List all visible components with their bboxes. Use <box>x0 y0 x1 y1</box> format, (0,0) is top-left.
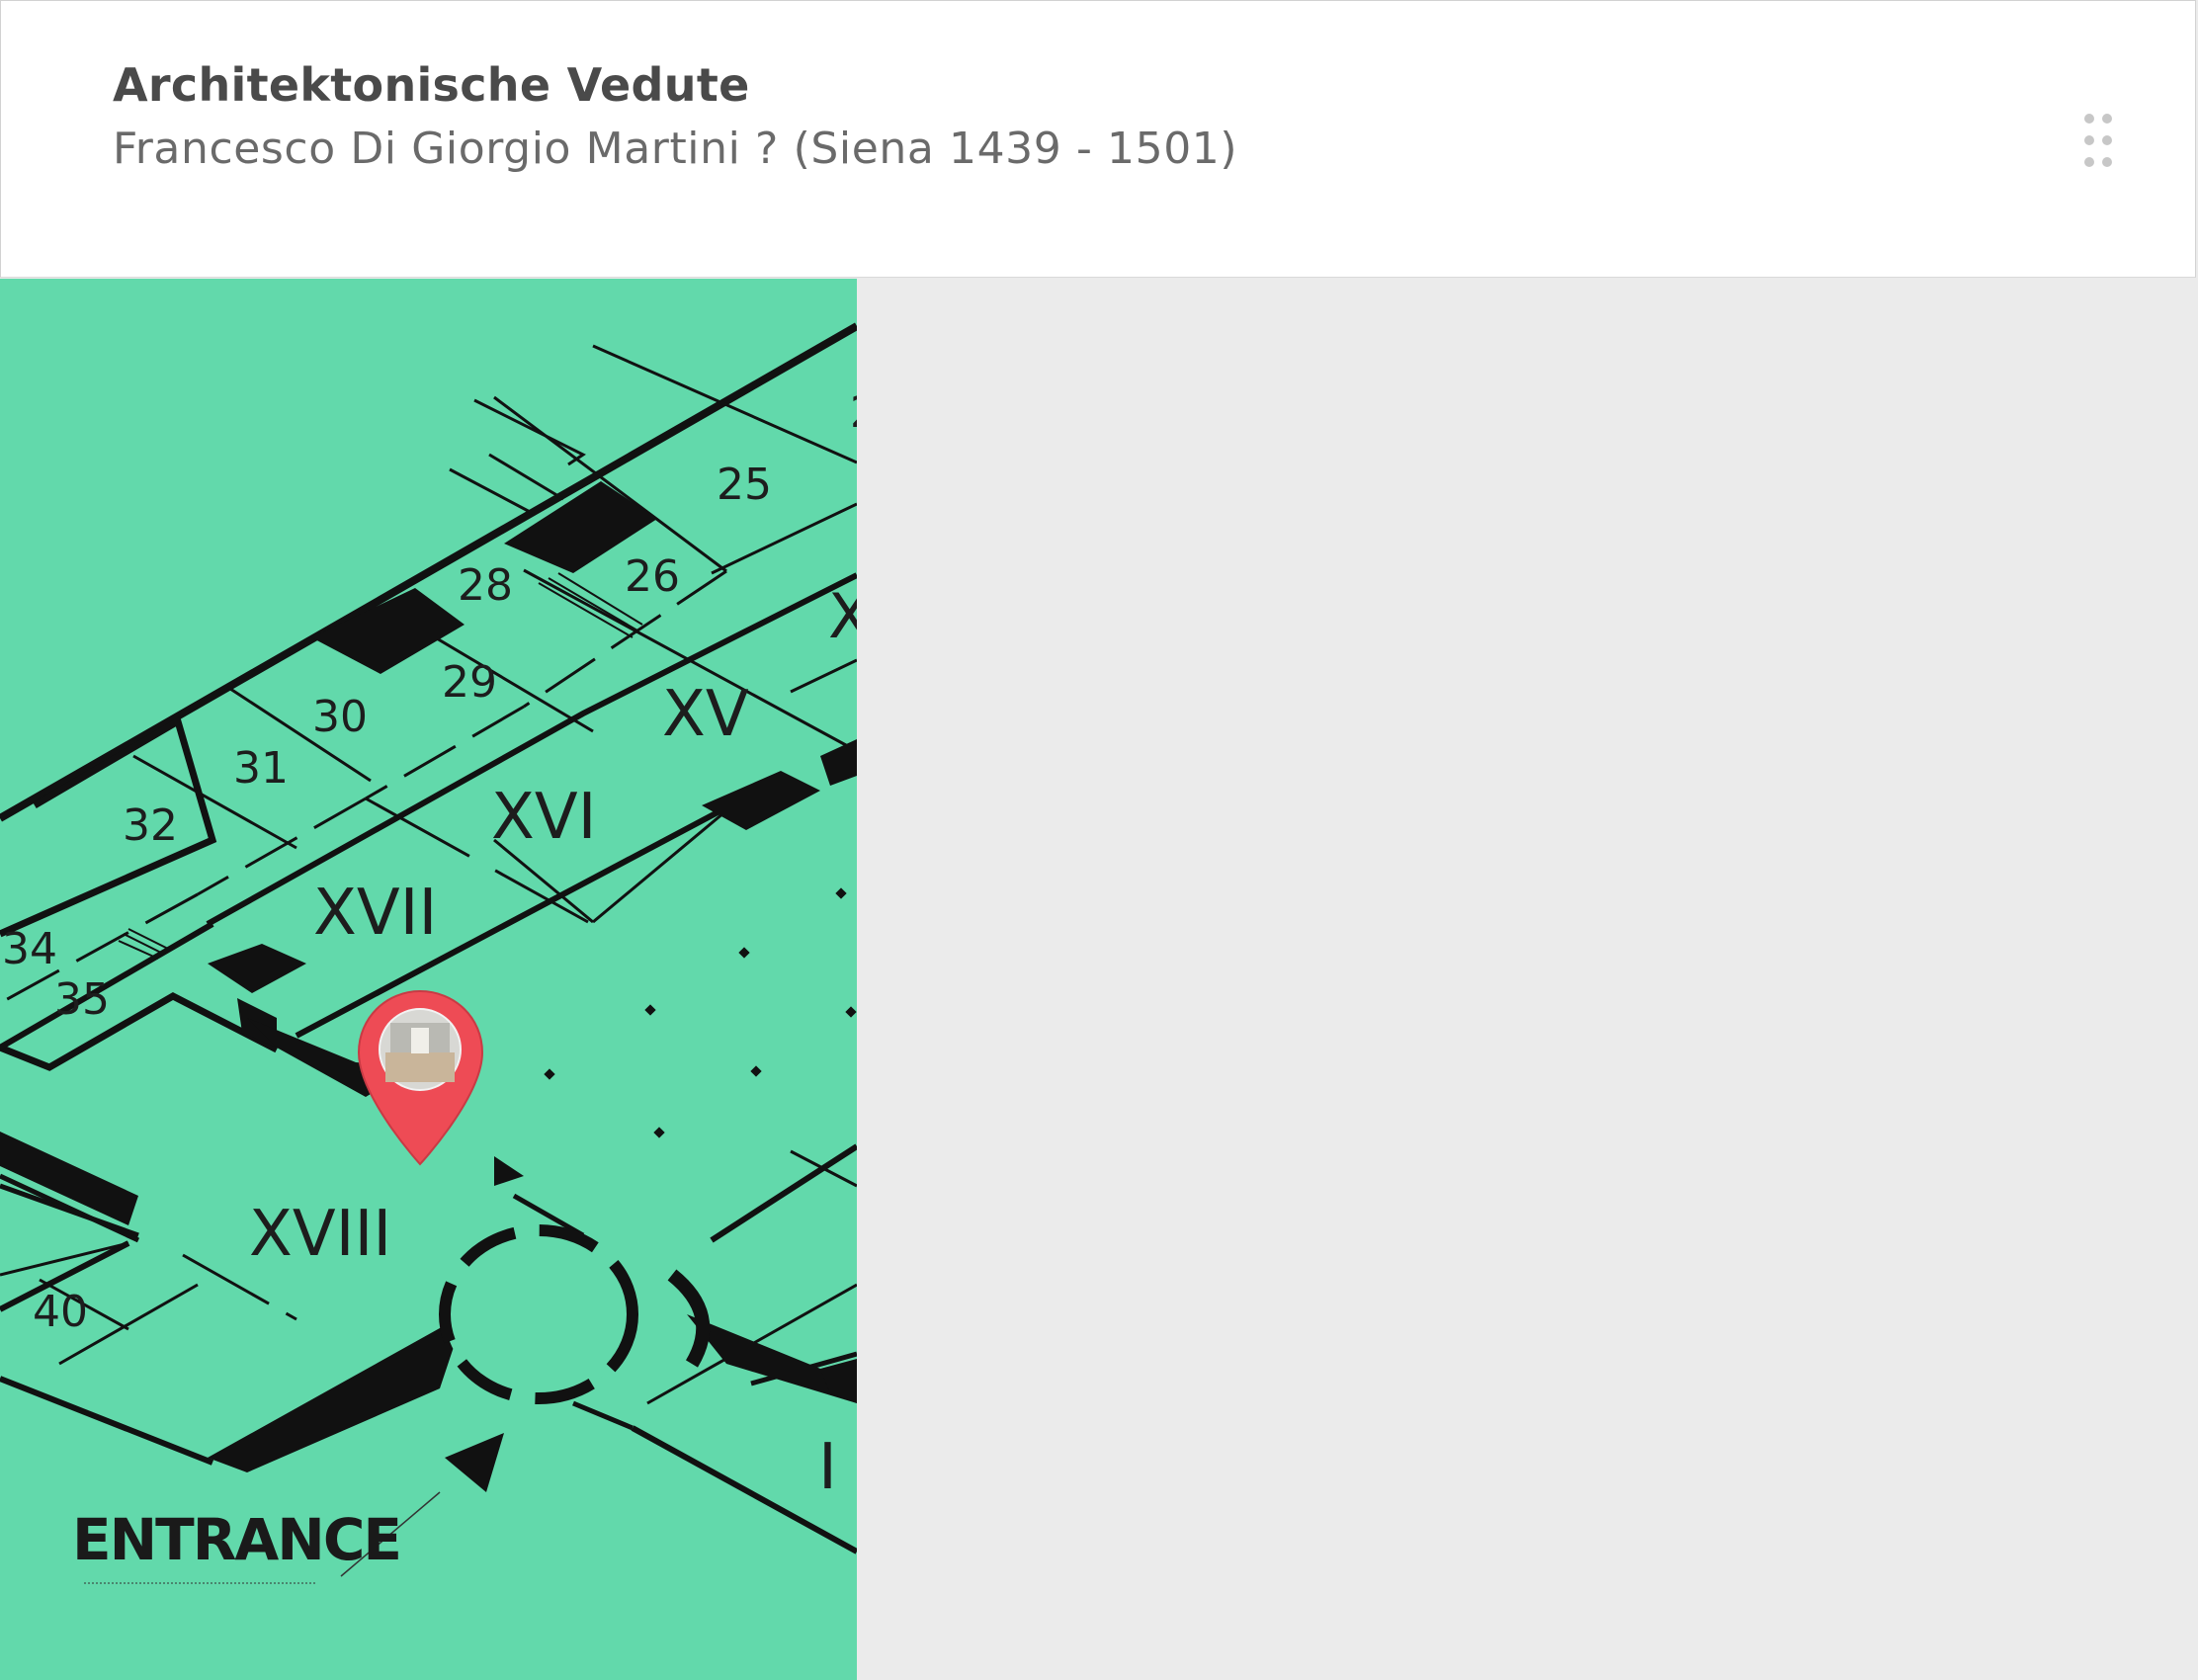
room-XVII-label: XVII <box>313 877 437 950</box>
room-40-label: 40 <box>33 1287 88 1337</box>
room-32-label: 32 <box>123 800 178 851</box>
room-28-label: 28 <box>458 560 513 611</box>
artwork-title: Architektonische Vedute <box>113 58 750 112</box>
room-24-label: 2 <box>850 387 857 438</box>
entrance-arrow-icon <box>445 1433 504 1492</box>
room-29-label: 29 <box>442 657 497 708</box>
drag-handle-icon[interactable] <box>2084 114 2114 173</box>
map-pin-icon[interactable] <box>357 989 484 1166</box>
room-30-label: 30 <box>312 692 368 742</box>
artwork-header: Architektonische Vedute Francesco Di Gio… <box>0 0 2196 278</box>
artwork-attribution: Francesco Di Giorgio Martini ? (Siena 14… <box>113 124 1238 174</box>
entrance-label: ENTRANCE <box>72 1506 400 1573</box>
room-31-label: 31 <box>233 743 289 794</box>
room-XIV-label: X <box>828 580 857 652</box>
floor-plan-map[interactable]: 2 25 26 28 29 30 31 32 34 35 40 X XV XVI… <box>0 279 857 1680</box>
room-XV-label: XV <box>662 678 749 751</box>
room-I-label: I <box>818 1431 837 1504</box>
room-XVIII-label: XVIII <box>249 1198 391 1271</box>
room-25-label: 25 <box>717 460 772 510</box>
room-26-label: 26 <box>625 551 680 602</box>
floor-plan-svg: 2 25 26 28 29 30 31 32 34 35 40 X XV XVI… <box>0 322 857 1584</box>
room-34-label: 34 <box>2 924 57 974</box>
room-35-label: 35 <box>54 974 110 1025</box>
room-XVI-label: XVI <box>491 781 597 854</box>
